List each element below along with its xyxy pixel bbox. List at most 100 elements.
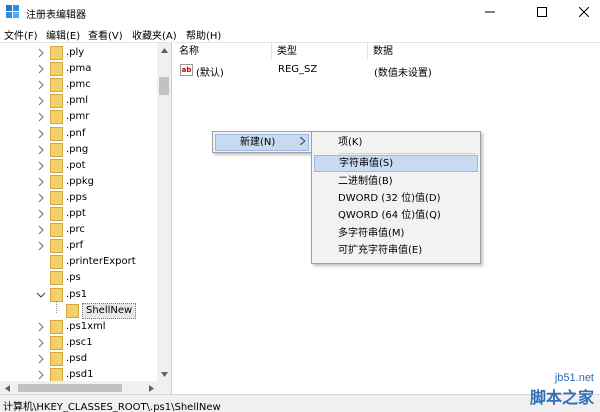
chevron-right-icon[interactable] [36,64,46,74]
scrollbar-corner [158,381,171,394]
tree-item[interactable]: .pps [0,190,158,206]
chevron-right-icon[interactable] [36,112,46,122]
column-header-name[interactable]: 名称 [174,43,272,60]
string-value-icon: ab [180,64,193,76]
submenu-item-expandable-string-value[interactable]: 可扩充字符串值(E) [314,242,478,259]
folder-icon [50,190,63,205]
value-row[interactable]: ab (默认) REG_SZ (数值未设置) [176,63,600,79]
tree-item-label: .pmc [66,79,91,91]
chevron-right-icon[interactable] [36,354,46,364]
chevron-right-icon[interactable] [36,177,46,187]
tree-item-label: .psd [66,352,88,364]
folder-icon [50,126,63,141]
status-bar: 计算机\HKEY_CLASSES_ROOT\.ps1\ShellNew [0,394,600,412]
submenu-separator [338,153,476,154]
folder-icon [50,223,63,238]
tree-item-label: .ply [66,47,85,58]
column-header-type[interactable]: 类型 [272,43,368,60]
chevron-right-icon[interactable] [36,161,46,171]
chevron-right-icon[interactable] [36,129,46,139]
menu-file[interactable]: 文件(F) [4,27,38,42]
tree-item[interactable]: .pml [0,93,158,109]
folder-icon [50,368,63,382]
watermark: jb51.net 脚本之家 [530,372,594,408]
tree-item-label: .psc1 [66,336,93,348]
folder-icon [50,255,63,270]
tree-item[interactable]: .prc [0,222,158,238]
tree-item[interactable]: .psc1 [0,335,158,351]
folder-icon [50,335,63,350]
tree-item[interactable]: .pmr [0,109,158,125]
maximize-button[interactable] [522,0,562,24]
chevron-right-icon[interactable] [36,48,46,58]
menu-view[interactable]: 查看(V) [88,27,123,42]
folder-icon [50,142,63,157]
folder-icon [50,78,63,93]
chevron-right-icon[interactable] [36,322,46,332]
submenu-item-dword-value[interactable]: DWORD (32 位)值(D) [314,190,478,207]
tree-horizontal-scroll-thumb[interactable] [18,384,122,392]
submenu-item-key[interactable]: 项(K) [314,134,478,151]
tree-item[interactable]: .png [0,142,158,158]
chevron-right-icon[interactable] [36,225,46,235]
menu-help[interactable]: 帮助(H) [186,27,221,42]
chevron-right-icon[interactable] [36,80,46,90]
tree-item-label: .pnf [66,127,86,139]
chevron-right-icon[interactable] [36,209,46,219]
tree-item[interactable]: .ps [0,270,158,286]
value-name: (默认) [196,68,224,79]
scroll-right-arrow-icon[interactable] [144,381,158,394]
chevron-right-icon[interactable] [36,96,46,106]
scroll-down-arrow-icon[interactable] [157,367,171,381]
registry-tree-pane[interactable]: .ply .pma .pmc .pml .pmr .pnf .png .pot .ppkg .pp… [0,42,172,394]
submenu-item-qword-value[interactable]: QWORD (64 位)值(Q) [314,207,478,224]
tree-vertical-scroll-thumb[interactable] [159,77,169,95]
tree-item[interactable]: .ps1 [0,287,158,303]
chevron-down-icon[interactable] [36,290,46,300]
new-submenu: 项(K) 字符串值(S) 二进制值(B) DWORD (32 位)值(D) QW… [311,131,481,264]
tree-item-label: .pmr [66,111,90,123]
column-header-data[interactable]: 数据 [368,43,600,60]
chevron-right-icon[interactable] [36,145,46,155]
chevron-right-icon[interactable] [36,193,46,203]
tree-item-label: .pma [66,63,92,75]
tree-item[interactable]: .ppkg [0,174,158,190]
minimize-button[interactable] [470,0,510,24]
submenu-item-multi-string-value[interactable]: 多字符串值(M) [314,225,478,242]
scroll-left-arrow-icon[interactable] [0,381,14,394]
tree-horizontal-scrollbar[interactable] [0,381,158,394]
tree-item[interactable]: .pnf [0,126,158,142]
tree-vertical-scrollbar[interactable] [157,43,171,381]
chevron-right-icon[interactable] [36,370,46,380]
context-menu-new[interactable]: 新建(N) [215,134,309,151]
tree-item[interactable]: .pot [0,158,158,174]
menu-edit[interactable]: 编辑(E) [46,27,80,42]
tree-item[interactable]: ShellNew [0,302,158,319]
value-data: (数值未设置) [374,68,432,79]
folder-icon [50,62,63,77]
menu-bar: 文件(F) 编辑(E) 查看(V) 收藏夹(A) 帮助(H) [0,24,600,42]
tree-item-label: .ps [66,272,81,284]
tree-item-label: .pps [66,191,88,203]
chevron-right-icon[interactable] [36,338,46,348]
menu-favorites[interactable]: 收藏夹(A) [132,27,177,42]
tree-item-label: .png [66,143,89,155]
tree-item-label: ShellNew [82,302,137,319]
tree-item[interactable]: .psd [0,351,158,367]
tree-item-label: .psd1 [66,369,94,380]
tree-item[interactable]: .printerExport [0,254,158,270]
tree-item[interactable]: .pma [0,61,158,77]
tree-item[interactable]: .ps1xml [0,319,158,335]
watermark-url: jb51.net [554,372,594,384]
tree-item[interactable]: .ply [0,45,158,61]
tree-item[interactable]: .ppt [0,206,158,222]
tree-item-label: .ps1xml [66,320,106,332]
scroll-up-arrow-icon[interactable] [157,43,171,57]
tree-item[interactable]: .pmc [0,77,158,93]
submenu-item-binary-value[interactable]: 二进制值(B) [314,173,478,190]
close-button[interactable] [564,0,600,24]
chevron-right-icon[interactable] [36,241,46,251]
tree-item[interactable]: .prf [0,238,158,254]
tree-connector-line [56,300,57,313]
submenu-item-string-value[interactable]: 字符串值(S) [314,155,478,172]
